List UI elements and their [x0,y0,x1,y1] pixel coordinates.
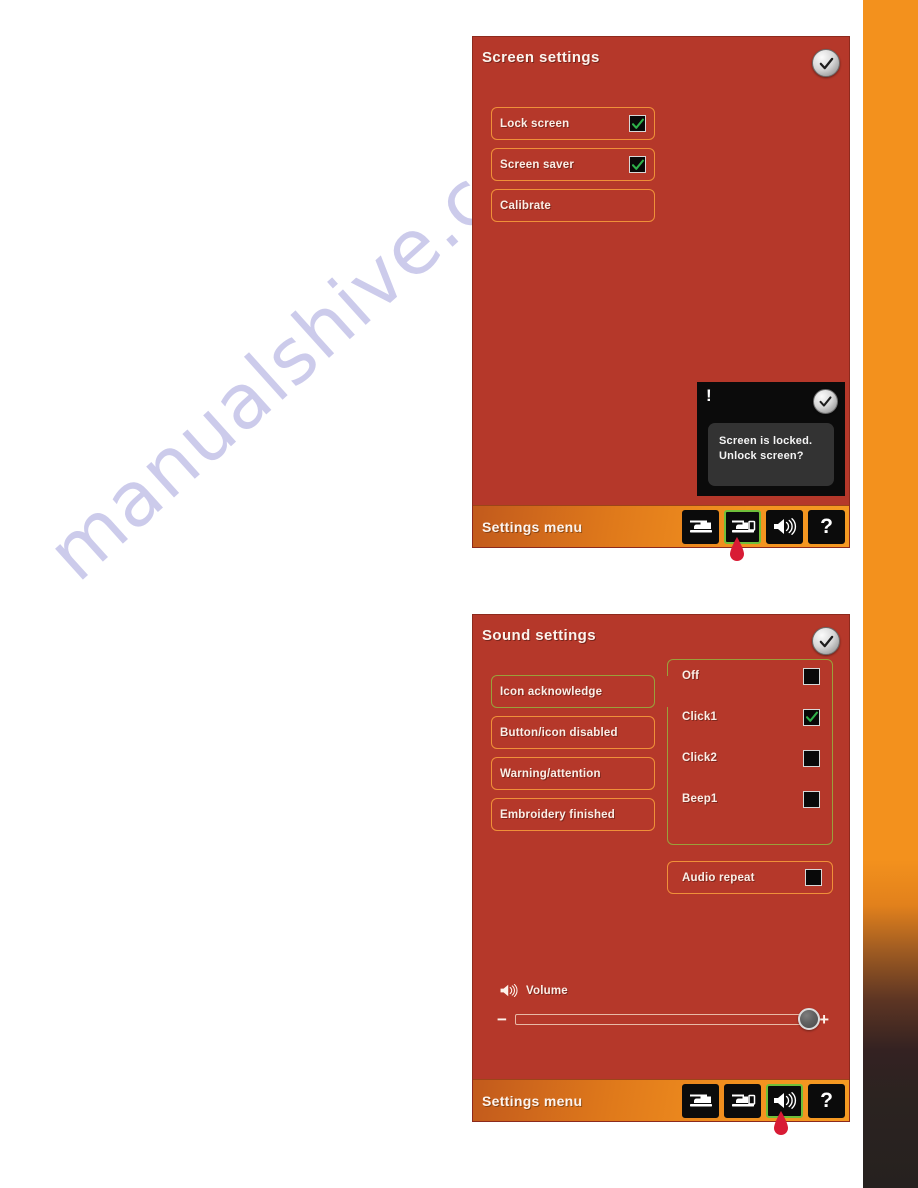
dialog-message-line1: Screen is locked. [719,435,813,447]
screen-machine-icon [731,520,755,532]
sound-choice-panel: Off Click1 Click2 Beep1 [667,659,833,845]
sound-choice-off[interactable]: Off [668,665,832,687]
settings-menu-label: Settings menu [482,1092,583,1109]
choice-label: Beep1 [682,793,718,805]
audio-repeat-checkbox[interactable] [805,869,822,886]
settings-menu-buttons: ? [682,1083,845,1118]
sewing-machine-icon [689,1094,712,1106]
ok-button[interactable] [812,49,840,77]
check-icon [819,635,833,647]
option-label: Screen saver [500,158,575,171]
sound-option-button-icon-disabled[interactable]: Button/icon disabled [491,716,655,749]
choice-label: Off [682,670,700,682]
sound-choice-beep1[interactable]: Beep1 [668,788,832,810]
option-label: Lock screen [500,117,570,130]
screen-settings-button[interactable] [724,509,761,544]
machine-settings-button[interactable] [682,1083,719,1118]
option-label: Icon acknowledge [500,685,603,698]
option-label: Audio repeat [682,871,755,884]
page-edge-gradient-bar [863,0,918,1188]
choice-checkbox[interactable] [803,790,820,808]
question-mark-icon: ? [820,515,833,538]
sound-settings-button[interactable] [766,1083,803,1118]
screen-settings-body: Screen settings Lock screen Screen saver… [473,37,849,505]
question-mark-icon: ? [820,1089,833,1112]
choice-checkbox[interactable] [803,749,820,767]
page-canvas: manualshive.com Screen settings Lock scr… [0,0,918,1188]
sound-settings-panel: Sound settings Off Click1 Click2 Beep1 I… [472,614,850,1122]
option-label: Calibrate [500,199,552,212]
option-label: Warning/attention [500,767,601,780]
page-title: Screen settings [482,49,600,66]
volume-decrease-button[interactable]: − [497,1011,507,1028]
page-title: Sound settings [482,627,596,644]
ok-button[interactable] [812,627,840,655]
volume-label: Volume [526,984,568,997]
speaker-icon [500,984,518,997]
volume-slider-handle[interactable] [798,1008,821,1030]
check-icon [819,396,832,407]
tab-panel-connector [666,676,670,707]
choice-checkbox[interactable] [803,667,820,685]
check-icon [631,118,644,129]
help-button[interactable]: ? [808,1083,845,1118]
screen-settings-panel: Screen settings Lock screen Screen saver… [472,36,850,548]
screen-settings-button[interactable] [724,1083,761,1118]
sound-choice-click1[interactable]: Click1 [668,706,832,728]
sound-option-icon-acknowledge[interactable]: Icon acknowledge [491,675,655,708]
choice-checkbox[interactable] [803,708,820,726]
option-label: Embroidery finished [500,808,615,821]
settings-menu-label: Settings menu [482,518,583,535]
sound-settings-body: Sound settings Off Click1 Click2 Beep1 I… [473,615,849,1079]
sound-settings-button[interactable] [766,509,803,544]
choice-label: Click2 [682,752,718,764]
help-button[interactable]: ? [808,509,845,544]
volume-slider[interactable] [514,1008,821,1030]
sound-choice-click2[interactable]: Click2 [668,747,832,769]
option-screen-saver[interactable]: Screen saver [491,148,655,181]
dialog-ok-button[interactable] [813,389,838,414]
sound-option-embroidery-finished[interactable]: Embroidery finished [491,798,655,831]
option-audio-repeat[interactable]: Audio repeat [667,861,833,894]
choice-label: Click1 [682,711,718,723]
lock-screen-checkbox[interactable] [629,115,646,132]
settings-menu-buttons: ? [682,509,845,544]
dialog-message-line2: Unlock screen? [719,450,804,462]
settings-menu-bar: Settings menu ? [473,1079,849,1121]
screen-saver-checkbox[interactable] [629,156,646,173]
check-icon [631,159,644,170]
volume-header: Volume [499,983,568,998]
check-icon [819,57,833,69]
dialog-message: Screen is locked. Unlock screen? [708,423,834,486]
speaker-icon [773,1092,796,1109]
sewing-machine-icon [689,520,712,532]
check-icon [805,711,818,722]
sound-option-warning-attention[interactable]: Warning/attention [491,757,655,790]
speaker-icon [773,518,796,535]
settings-menu-bar: Settings menu ? [473,505,849,547]
volume-increase-button[interactable]: + [819,1011,829,1028]
option-lock-screen[interactable]: Lock screen [491,107,655,140]
option-calibrate[interactable]: Calibrate [491,189,655,222]
machine-settings-button[interactable] [682,509,719,544]
screen-machine-icon [731,1094,755,1106]
alert-icon: ! [706,386,712,405]
volume-slider-row: − + [497,1007,829,1031]
screen-locked-dialog: ! Screen is locked. Unlock screen? [695,380,847,498]
option-label: Button/icon disabled [500,726,618,739]
